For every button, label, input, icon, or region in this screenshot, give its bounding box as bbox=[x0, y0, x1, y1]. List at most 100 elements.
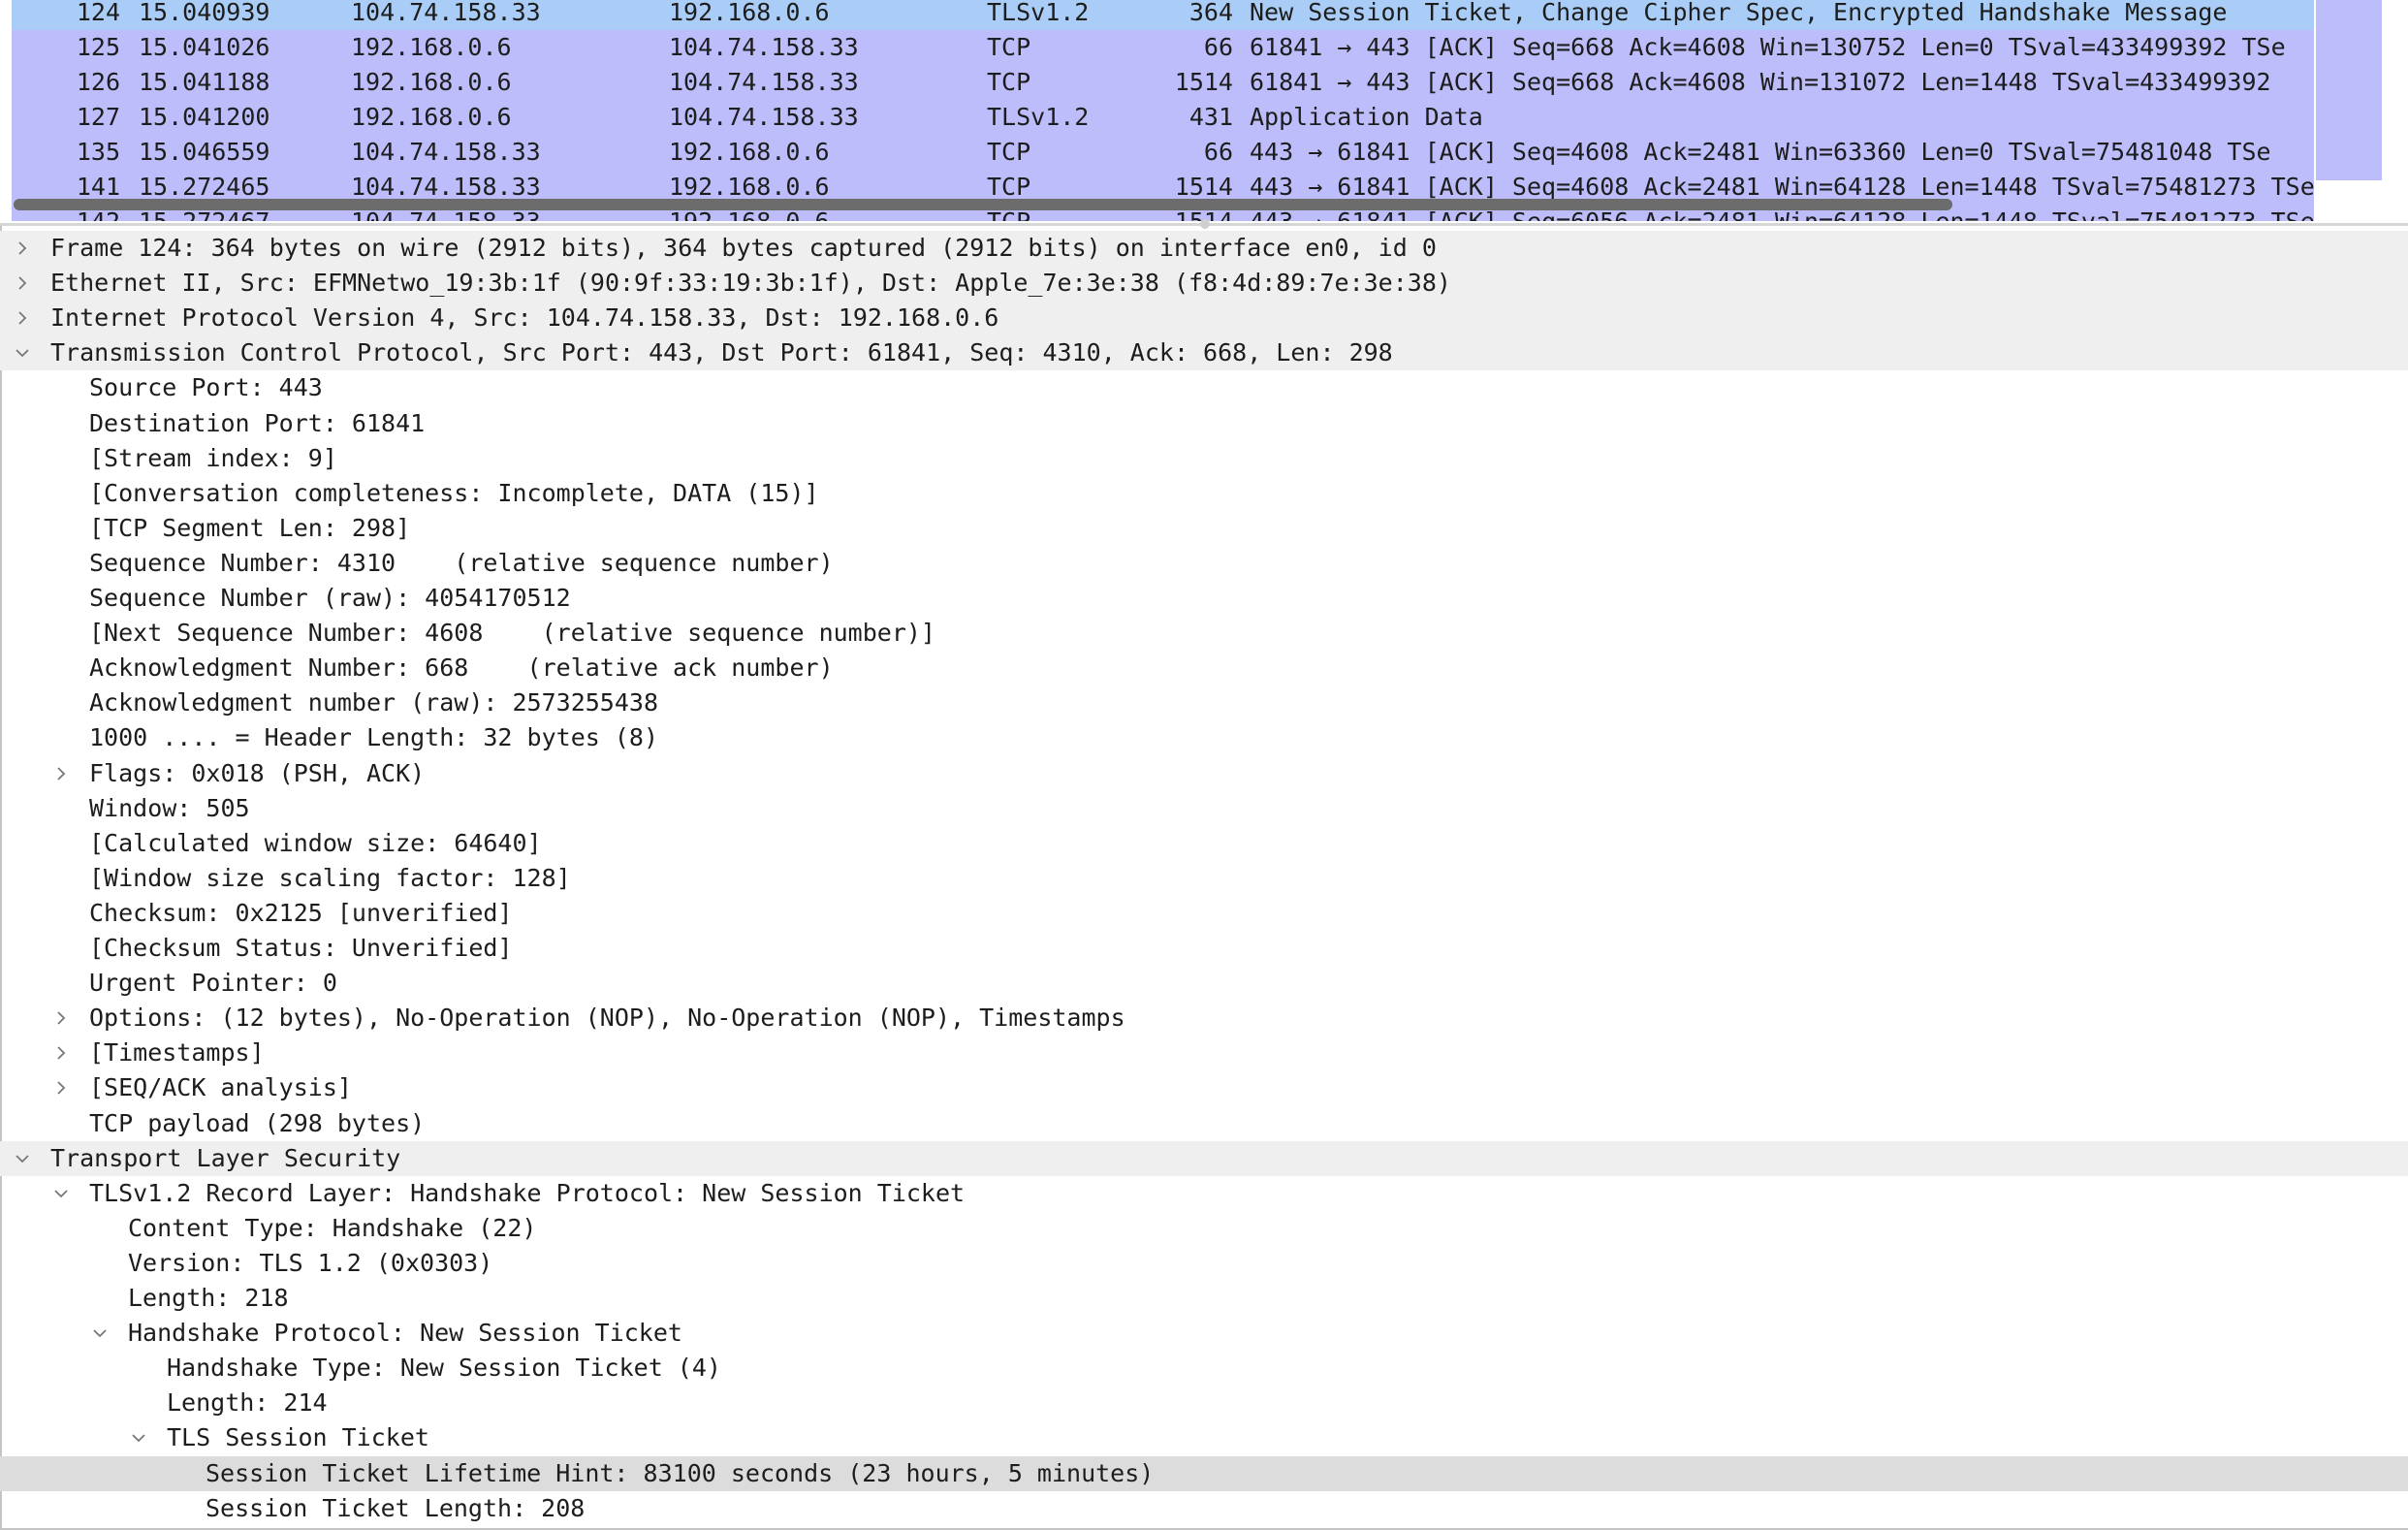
packet-cell-len: 66 bbox=[1203, 33, 1233, 61]
tree-row[interactable]: TLSv1.2 Record Layer: Handshake Protocol… bbox=[0, 1176, 2408, 1211]
packet-row[interactable]: 125 15.041026 192.168.0.6 104.74.158.33 TCP 6… bbox=[12, 30, 2314, 65]
tree-row-label: Acknowledgment Number: 668 (relative ack… bbox=[89, 653, 834, 683]
packet-list-rows: 124 15.040939 104.74.158.33 192.168.0.6 TLSv… bbox=[12, 0, 2314, 221]
tree-row[interactable]: Session Ticket Lifetime Hint: 83100 seco… bbox=[0, 1455, 2408, 1491]
tree-row[interactable]: [Timestamps] bbox=[0, 1036, 2408, 1070]
packet-details-pane[interactable]: Frame 124: 364 bytes on wire (2912 bits)… bbox=[0, 231, 2408, 1530]
tree-row[interactable]: Content Type: Handshake (22) bbox=[0, 1211, 2408, 1246]
tree-row[interactable]: Window: 505 bbox=[0, 791, 2408, 826]
packet-cell-time: 15.041026 bbox=[139, 33, 270, 61]
chevron-right-icon[interactable] bbox=[47, 756, 76, 791]
tree-row-label: TLS Session Ticket bbox=[167, 1423, 429, 1452]
tree-row-label: Window: 505 bbox=[89, 793, 250, 822]
packet-cell-src: 192.168.0.6 bbox=[351, 68, 512, 96]
tree-row-label: Content Type: Handshake (22) bbox=[128, 1213, 537, 1242]
packet-cell-no: 126 bbox=[76, 68, 120, 96]
tree-row[interactable]: [Calculated window size: 64640] bbox=[0, 826, 2408, 861]
tree-row[interactable]: Handshake Type: New Session Ticket (4) bbox=[0, 1351, 2408, 1386]
packet-list-pane[interactable]: 124 15.040939 104.74.158.33 192.168.0.6 TLSv… bbox=[0, 0, 2408, 223]
tree-row[interactable]: TLS Session Ticket bbox=[0, 1420, 2408, 1455]
packet-list-horizontal-scrollbar[interactable] bbox=[14, 199, 1952, 210]
tree-row[interactable]: Urgent Pointer: 0 bbox=[0, 966, 2408, 1001]
tree-row-label: [SEQ/ACK analysis] bbox=[89, 1073, 352, 1102]
packet-cell-no: 125 bbox=[76, 33, 120, 61]
tree-row[interactable]: Options: (12 bytes), No-Operation (NOP),… bbox=[0, 1001, 2408, 1036]
tree-row[interactable]: Session Ticket Length: 208 bbox=[0, 1491, 2408, 1526]
packet-cell-src: 192.168.0.6 bbox=[351, 33, 512, 61]
tree-row[interactable]: 1000 .... = Header Length: 32 bytes (8) bbox=[0, 720, 2408, 755]
splitter-grip-icon[interactable] bbox=[1200, 219, 1210, 229]
packet-cell-info: 61841 → 443 [ACK] Seq=668 Ack=4608 Win=1… bbox=[1250, 33, 2286, 61]
packet-cell-len: 66 bbox=[1203, 138, 1233, 166]
tree-row-label: Options: (12 bytes), No-Operation (NOP),… bbox=[89, 1004, 1125, 1033]
chevron-down-icon[interactable] bbox=[8, 1141, 37, 1176]
packet-cell-dst: 192.168.0.6 bbox=[669, 0, 830, 26]
tree-row[interactable]: Sequence Number (raw): 4054170512 bbox=[0, 581, 2408, 616]
tree-row[interactable]: [Conversation completeness: Incomplete, … bbox=[0, 476, 2408, 511]
tree-row[interactable]: Flags: 0x018 (PSH, ACK) bbox=[0, 756, 2408, 791]
tree-row[interactable]: [Stream index: 9] bbox=[0, 441, 2408, 476]
tree-row[interactable]: Frame 124: 364 bytes on wire (2912 bits)… bbox=[0, 231, 2408, 266]
tree-row-label: [Checksum Status: Unverified] bbox=[89, 934, 513, 962]
packet-cell-no: 135 bbox=[76, 138, 120, 166]
packet-cell-src: 104.74.158.33 bbox=[351, 0, 541, 26]
packet-list-vertical-scrollbar[interactable] bbox=[2316, 0, 2382, 180]
packet-cell-dst: 192.168.0.6 bbox=[669, 138, 830, 166]
tree-row-label: TCP payload (298 bytes) bbox=[89, 1108, 426, 1137]
chevron-right-icon[interactable] bbox=[47, 1070, 76, 1105]
packet-cell-proto: TCP bbox=[987, 33, 1031, 61]
chevron-right-icon[interactable] bbox=[8, 231, 37, 266]
tree-row[interactable]: Version: TLS 1.2 (0x0303) bbox=[0, 1246, 2408, 1281]
tree-row-label: Session Ticket Length: 208 bbox=[206, 1493, 586, 1522]
packet-cell-proto: TCP bbox=[987, 68, 1031, 96]
chevron-down-icon[interactable] bbox=[124, 1420, 153, 1455]
tree-row[interactable]: [SEQ/ACK analysis] bbox=[0, 1070, 2408, 1105]
tree-row[interactable]: Handshake Protocol: New Session Ticket bbox=[0, 1316, 2408, 1351]
chevron-right-icon[interactable] bbox=[8, 301, 37, 335]
chevron-right-icon[interactable] bbox=[8, 266, 37, 301]
packet-cell-dst: 104.74.158.33 bbox=[669, 103, 859, 131]
tree-row[interactable]: TCP payload (298 bytes) bbox=[0, 1106, 2408, 1141]
tree-row-label: Destination Port: 61841 bbox=[89, 408, 426, 437]
tree-row[interactable]: Destination Port: 61841 bbox=[0, 406, 2408, 441]
tree-row-label: Flags: 0x018 (PSH, ACK) bbox=[89, 758, 426, 787]
tree-row-label: [Conversation completeness: Incomplete, … bbox=[89, 478, 819, 507]
tree-row[interactable]: [Next Sequence Number: 4608 (relative se… bbox=[0, 616, 2408, 651]
tree-row[interactable]: Sequence Number: 4310 (relative sequence… bbox=[0, 546, 2408, 581]
tree-row-label: 1000 .... = Header Length: 32 bytes (8) bbox=[89, 723, 658, 752]
packet-cell-proto: TLSv1.2 bbox=[987, 103, 1090, 131]
tree-row[interactable]: [Window size scaling factor: 128] bbox=[0, 861, 2408, 896]
tree-row[interactable]: Length: 214 bbox=[0, 1386, 2408, 1420]
tree-row[interactable]: Transport Layer Security bbox=[0, 1140, 2408, 1176]
tree-row[interactable]: Acknowledgment number (raw): 2573255438 bbox=[0, 685, 2408, 720]
tree-row[interactable]: Source Port: 443 bbox=[0, 370, 2408, 405]
packet-cell-dst: 104.74.158.33 bbox=[669, 33, 859, 61]
tree-row-label: Internet Protocol Version 4, Src: 104.74… bbox=[50, 303, 999, 333]
tree-row[interactable]: [Checksum Status: Unverified] bbox=[0, 931, 2408, 966]
chevron-down-icon[interactable] bbox=[47, 1176, 76, 1211]
packet-row[interactable]: 127 15.041200 192.168.0.6 104.74.158.33 TLSv… bbox=[12, 100, 2314, 135]
tree-row[interactable]: Ethernet II, Src: EFMNetwo_19:3b:1f (90:… bbox=[0, 266, 2408, 302]
chevron-down-icon[interactable] bbox=[85, 1316, 114, 1351]
tree-row[interactable]: Transmission Control Protocol, Src Port:… bbox=[0, 335, 2408, 371]
chevron-right-icon[interactable] bbox=[47, 1001, 76, 1036]
tree-row-label: Transport Layer Security bbox=[50, 1143, 401, 1172]
packet-cell-len: 364 bbox=[1188, 0, 1233, 26]
tree-row-label: Transmission Control Protocol, Src Port:… bbox=[50, 338, 1393, 367]
tree-row-label: Handshake Type: New Session Ticket (4) bbox=[167, 1354, 721, 1383]
tree-row[interactable]: Checksum: 0x2125 [unverified] bbox=[0, 896, 2408, 931]
packet-cell-info: Application Data bbox=[1250, 103, 1483, 131]
tree-row[interactable]: Acknowledgment Number: 668 (relative ack… bbox=[0, 651, 2408, 685]
chevron-right-icon[interactable] bbox=[47, 1036, 76, 1070]
tree-row[interactable]: Length: 218 bbox=[0, 1281, 2408, 1316]
tree-row[interactable]: Internet Protocol Version 4, Src: 104.74… bbox=[0, 301, 2408, 336]
packet-cell-time: 15.041188 bbox=[139, 68, 270, 96]
tree-row-label: [Next Sequence Number: 4608 (relative se… bbox=[89, 619, 935, 648]
packet-row[interactable]: 126 15.041188 192.168.0.6 104.74.158.33 TCP 1… bbox=[12, 65, 2314, 100]
tree-row-label: [Timestamps] bbox=[89, 1038, 265, 1068]
chevron-down-icon[interactable] bbox=[8, 335, 37, 370]
tree-row-label: Session Ticket Lifetime Hint: 83100 seco… bbox=[206, 1458, 1155, 1487]
packet-row[interactable]: 124 15.040939 104.74.158.33 192.168.0.6 TLSv… bbox=[12, 0, 2314, 30]
packet-row[interactable]: 135 15.046559 104.74.158.33 192.168.0.6 TCP 6… bbox=[12, 135, 2314, 170]
tree-row[interactable]: [TCP Segment Len: 298] bbox=[0, 511, 2408, 546]
